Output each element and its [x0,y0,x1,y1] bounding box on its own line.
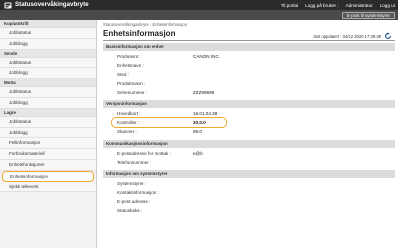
section-system-manager-info: Informasjon om systemstyrer [103,170,395,178]
info-row: Serienummer : ZZZ99999 [103,88,395,97]
sidebar-section-copy: Kopiutskrift [0,20,96,28]
info-row: Produsent : CANON INC. [103,52,395,61]
sidebar-item-send-job-status[interactable]: Jobbstatus [0,57,96,69]
row-label: Kontroller : [117,119,140,125]
sidebar-item-check-counter[interactable]: Sjekk telleverk [0,181,96,193]
sidebar-item-store-job-log[interactable]: Jobblogg [0,127,96,139]
row-label: Telefonnummer : [117,159,152,165]
sub-bar: E-post til systemstyrer [0,10,398,20]
section-communication-info: Kommunikasjonsinformasjon [103,140,395,148]
last-updated: Sist oppdatert : 04/12 2020 17:35:38 [313,34,381,39]
row-label: Sted : [117,71,130,77]
login-user-label: Logg på bruker : [305,2,339,8]
sidebar-section-store: Lagre [0,108,96,117]
info-row: Skanner : 99.0 [103,127,395,136]
info-row: Kontroller : 20.0.0 [103,118,395,127]
main-content: Statusovervåkingavbryte : Enhetsinformas… [103,20,395,248]
sidebar-item-copy-job-status[interactable]: Jobbstatus [0,28,96,39]
info-row: Systemstyrer : [103,179,395,188]
row-value: 20.0.0 [193,119,206,125]
sidebar-section-receive: Motta [0,79,96,88]
row-value: CANON INC. [193,53,221,59]
info-row: Statusboks : [103,206,395,215]
user-name: Administrator [345,2,373,8]
sidebar-section-send: Sende [0,49,96,58]
row-label: Serienummer : [117,89,148,95]
header-links: Til portal Logg på bruker : Administrato… [281,2,395,9]
page-title: Enhetsinformasjon [103,29,176,38]
info-row: Enhetsnavn : [103,61,395,70]
row-label: E-post adresse : [117,198,151,204]
sidebar-item-device-functions[interactable]: Enhetsfunksjoner [0,159,96,171]
info-row: E-postadresse for mottak : e@b [103,149,395,158]
sidebar-item-copy-job-log[interactable]: Jobblogg [0,38,96,50]
to-portal-link[interactable]: Til portal [281,2,298,9]
row-label: Skanner : [117,128,137,134]
info-row: Kontaktinformasjon : [103,188,395,197]
sidebar-item-receive-job-log[interactable]: Jobblogg [0,97,96,109]
breadcrumb: Statusovervåkingavbryte : Enhetsinformas… [103,22,188,27]
refresh-icon[interactable] [384,32,392,40]
sidebar-item-send-job-log[interactable]: Jobblogg [0,68,96,80]
section-basic-info: Basisinformasjon om enhet [103,43,395,51]
info-row: Telefonnummer : [103,158,395,167]
section-version-info: Versjoninformasjon [103,100,395,108]
row-label: Hovedkort : [117,110,141,116]
row-label: Systemstyrer : [117,180,147,186]
sidebar-item-error-info[interactable]: Fellinformasjon [0,138,96,150]
row-label: Produsent : [117,53,141,59]
sidebar-item-consumables[interactable]: Forbruksmateriell [0,149,96,160]
sidebar-item-store-job-status[interactable]: Jobbstatus [0,116,96,128]
title-divider [103,40,395,41]
mail-admin-button[interactable]: E-post til systemstyrer [341,11,395,19]
sidebar-item-device-info[interactable]: Enhetsinformasjon [2,170,94,182]
info-row: Produktnavn : [103,79,395,88]
info-row: E-post adresse : [103,197,395,206]
row-value: 16.01.04.38 [193,110,218,116]
logout-link[interactable]: Logg ut [380,2,395,9]
row-label: Enhetsnavn : [117,62,144,68]
row-value: 99.0 [193,128,202,134]
row-value: e@b [193,150,203,156]
row-label: Produktnavn : [117,80,146,86]
sidebar-item-receive-job-status[interactable]: Jobbstatus [0,87,96,98]
app-logo-icon [4,2,12,8]
row-label: E-postadresse for mottak : [117,150,171,156]
app-title: Statusovervåkingavbryte [15,1,89,8]
row-label: Statusboks : [117,207,143,213]
row-label: Kontaktinformasjon : [117,189,159,195]
row-value: ZZZ99999 [193,89,215,95]
sidebar: Kopiutskrift Jobbstatus Jobblogg Sende J… [0,20,97,248]
top-bar: Statusovervåkingavbryte Til portal Logg … [0,0,398,10]
info-row: Sted : [103,70,395,79]
